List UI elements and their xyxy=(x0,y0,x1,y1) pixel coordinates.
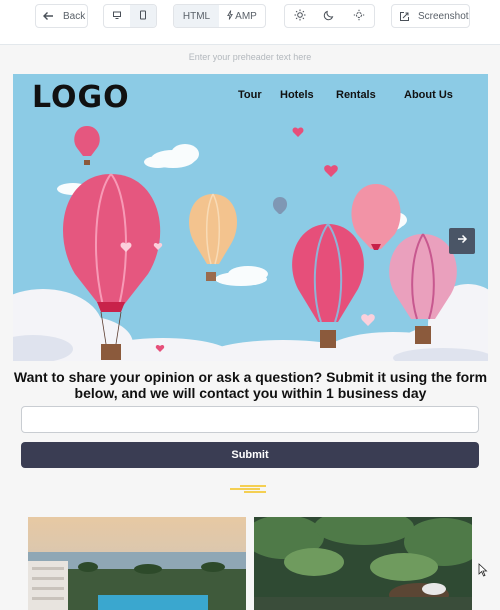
back-label: Back xyxy=(63,10,86,22)
resort-photo xyxy=(28,517,246,610)
nav-item-hotels[interactable]: Hotels xyxy=(280,89,314,101)
preheader-field[interactable]: Enter your preheader text here xyxy=(0,52,500,62)
desktop-view-button[interactable] xyxy=(104,5,130,27)
screenshot-button[interactable]: Screenshot xyxy=(391,4,470,28)
form-heading: Want to share your opinion or ask a ques… xyxy=(13,369,488,401)
amp-format-label: AMP xyxy=(235,10,257,22)
nav-item-about-us[interactable]: About Us xyxy=(404,89,453,101)
device-switch xyxy=(103,4,157,28)
mobile-icon xyxy=(138,10,148,23)
arrow-left-icon xyxy=(41,9,55,23)
back-button[interactable]: Back xyxy=(35,4,88,28)
screenshot-label: Screenshot xyxy=(418,10,469,22)
theme-switch xyxy=(284,4,375,28)
hero-banner: LOGO Tour Hotels Rentals About Us xyxy=(13,74,488,361)
auto-theme-button[interactable] xyxy=(344,5,374,27)
submit-button[interactable]: Submit xyxy=(21,442,479,468)
sun-icon xyxy=(294,9,306,24)
mobile-view-button[interactable] xyxy=(130,5,156,27)
html-format-label: HTML xyxy=(182,10,211,22)
format-switch: HTML AMP xyxy=(173,4,266,28)
auto-theme-icon xyxy=(353,9,365,24)
decorative-divider xyxy=(228,481,272,499)
moon-icon xyxy=(323,9,335,24)
message-input[interactable] xyxy=(21,406,479,433)
mouse-cursor-icon xyxy=(478,563,488,582)
carousel-next-button[interactable] xyxy=(449,228,475,254)
garden-photo xyxy=(254,517,472,610)
submit-label: Submit xyxy=(231,449,269,461)
nav-item-tour[interactable]: Tour xyxy=(238,89,262,101)
logo: LOGO xyxy=(32,80,130,115)
arrow-right-icon xyxy=(456,232,468,250)
screenshot-icon xyxy=(399,11,410,22)
hot-air-balloons-illustration xyxy=(13,74,488,361)
html-format-button[interactable]: HTML xyxy=(174,5,220,27)
editor-toolbar: Back HTML AMP Screenshot xyxy=(0,0,500,45)
nav-item-rentals[interactable]: Rentals xyxy=(336,89,376,101)
amp-format-button[interactable]: AMP xyxy=(219,5,265,27)
dark-theme-button[interactable] xyxy=(314,5,343,27)
lightning-icon xyxy=(227,9,234,23)
desktop-icon xyxy=(112,10,122,23)
light-theme-button[interactable] xyxy=(285,5,314,27)
